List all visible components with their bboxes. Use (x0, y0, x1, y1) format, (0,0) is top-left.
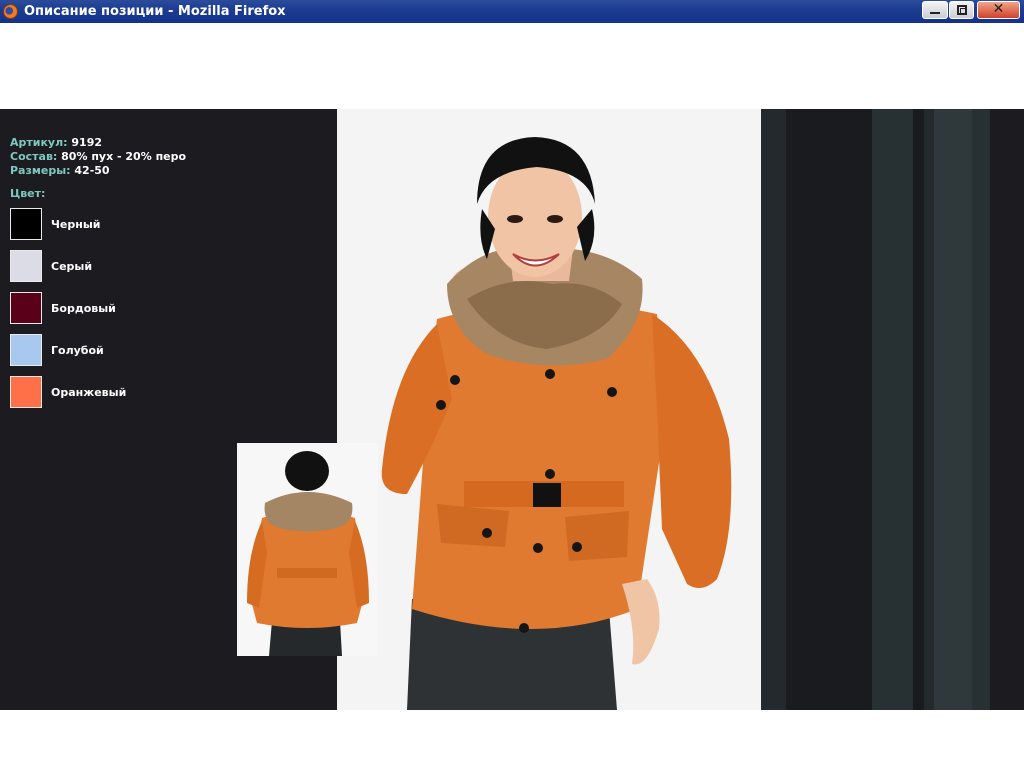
window-titlebar: Описание позиции - Mozilla Firefox ✕ (0, 0, 1024, 23)
composition-value: 80% пух - 20% перо (61, 150, 187, 163)
color-option-grey[interactable]: Серый (10, 250, 210, 282)
color-swatch[interactable] (10, 334, 42, 366)
model-back-illustration (237, 443, 378, 656)
color-option-light-blue[interactable]: Голубой (10, 334, 210, 366)
color-swatch[interactable] (10, 208, 42, 240)
color-swatch[interactable] (10, 292, 42, 324)
article-label: Артикул: (10, 136, 68, 149)
product-page: Артикул: 9192 Состав: 80% пух - 20% перо… (0, 109, 1024, 710)
color-label: Голубой (51, 344, 104, 357)
color-label: Бордовый (51, 302, 116, 315)
sizes-line: Размеры: 42-50 (10, 164, 186, 178)
color-label: Оранжевый (51, 386, 127, 399)
color-label: Черный (51, 218, 101, 231)
color-label: Серый (51, 260, 93, 273)
product-info: Артикул: 9192 Состав: 80% пух - 20% перо… (10, 136, 186, 178)
minimize-button[interactable] (922, 1, 948, 19)
composition-line: Состав: 80% пух - 20% перо (10, 150, 186, 164)
color-option-black[interactable]: Черный (10, 208, 210, 240)
sizes-label: Размеры: (10, 164, 71, 177)
color-option-burgundy[interactable]: Бордовый (10, 292, 210, 324)
product-main-photo (337, 109, 761, 710)
decorative-stripes (761, 109, 1024, 710)
firefox-icon (3, 4, 18, 19)
sizes-value: 42-50 (74, 164, 110, 177)
composition-label: Состав: (10, 150, 58, 163)
color-swatch[interactable] (10, 250, 42, 282)
product-back-thumbnail[interactable] (237, 443, 378, 656)
minimize-icon (930, 12, 940, 14)
color-swatch[interactable] (10, 376, 42, 408)
window-title: Описание позиции - Mozilla Firefox (24, 4, 286, 19)
model-front-illustration (337, 109, 761, 710)
color-heading: Цвет: (10, 187, 46, 200)
close-button[interactable]: ✕ (977, 1, 1020, 19)
color-option-orange[interactable]: Оранжевый (10, 376, 210, 408)
close-icon: ✕ (992, 1, 1005, 17)
restore-icon (957, 5, 967, 15)
article-line: Артикул: 9192 (10, 136, 186, 150)
maximize-button[interactable] (949, 1, 974, 19)
article-value: 9192 (71, 136, 103, 149)
